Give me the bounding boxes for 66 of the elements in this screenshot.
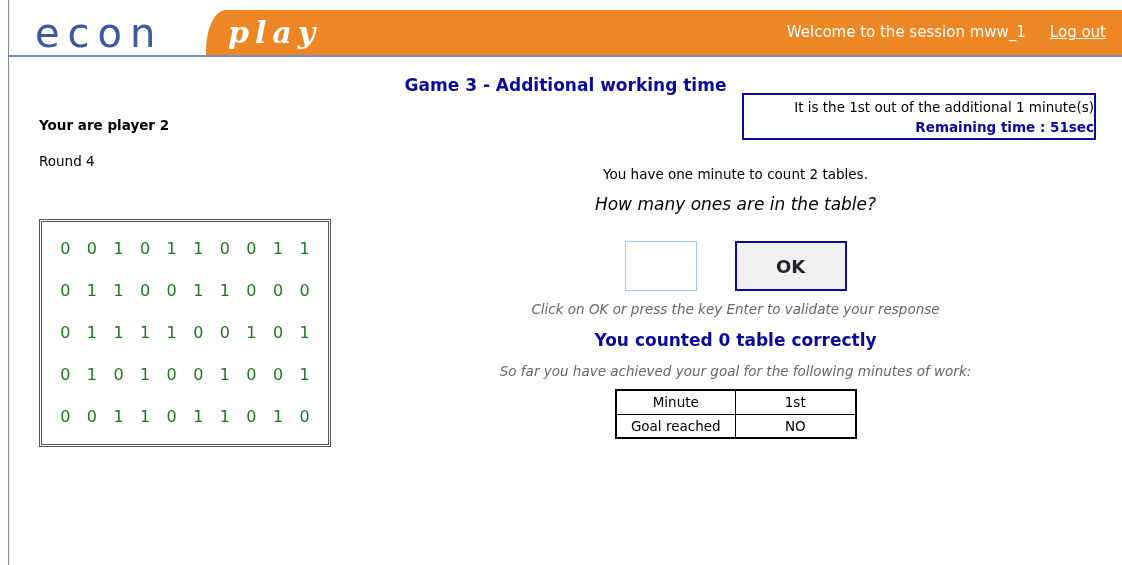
logo-text: play — [227, 14, 322, 52]
grid-digit: 1 — [245, 322, 258, 344]
grid-digit: 0 — [192, 364, 205, 386]
grid-digit: 1 — [298, 364, 311, 386]
grid-digit: 0 — [192, 322, 205, 344]
page-title: Game 3 - Additional working time — [404, 75, 727, 95]
grid-digit: 1 — [139, 322, 152, 344]
grid-digit: 1 — [165, 322, 178, 344]
grid-digit: 1 — [85, 322, 98, 344]
grid-digit: 0 — [59, 406, 72, 428]
ok-button[interactable]: OK — [734, 241, 847, 292]
grid-digit: 0 — [85, 238, 98, 260]
grid-digit: 0 — [298, 280, 311, 302]
grid-digit: 1 — [85, 280, 98, 302]
result-text: You counted 0 table correctly — [594, 328, 877, 352]
grid-digit: 1 — [112, 238, 125, 260]
grid-digit: 1 — [112, 322, 125, 344]
grid-digit: 0 — [139, 280, 152, 302]
logo-text: econ — [34, 10, 165, 55]
grid-digit: 0 — [59, 364, 72, 386]
grid-digit: 1 — [218, 406, 231, 428]
grid-digit: 0 — [245, 364, 258, 386]
grid-digit: 1 — [139, 364, 152, 386]
grid-digit: 0 — [112, 364, 125, 386]
grid-digit: 1 — [271, 406, 285, 428]
grid-digit: 1 — [192, 406, 205, 428]
grid-digit: 0 — [218, 238, 231, 260]
answer-field[interactable] — [624, 241, 697, 292]
grid-digit: 0 — [245, 238, 258, 260]
grid-digit: 0 — [245, 406, 258, 428]
grid-digit: 1 — [112, 406, 125, 428]
grid-digit: 1 — [165, 238, 178, 260]
grid-digit: 0 — [245, 280, 258, 302]
grid-digit: 0 — [271, 280, 285, 302]
player-label: Your are player 2 — [39, 115, 171, 135]
grid-digit: 1 — [218, 280, 231, 302]
grid-digit: 1 — [112, 280, 125, 302]
grid-digit: 0 — [271, 364, 285, 386]
grid-digit: 0 — [59, 238, 72, 260]
grid-digit: 1 — [192, 280, 205, 302]
grid-digit: 0 — [165, 364, 178, 386]
instruction-text: You have one minute to count 2 tables. — [603, 164, 868, 184]
grid-digit: 1 — [85, 364, 98, 386]
table-cell: Minute — [615, 390, 736, 414]
grid-digit: 0 — [139, 238, 152, 260]
grid-digit: 0 — [218, 322, 231, 344]
grid-digit: 0 — [298, 406, 311, 428]
question-text: How many ones are in the table? — [594, 192, 877, 216]
grid-digit: 0 — [59, 280, 72, 302]
grid-digit: 0 — [165, 280, 178, 302]
round-label: Round 4 — [39, 151, 96, 171]
welcome-text: Welcome to the session mww_1 — [786, 22, 1026, 44]
grid-digit: 1 — [271, 238, 285, 260]
hint-text: Click on OK or press the key Enter to validate your response — [531, 300, 940, 320]
grid-digit: 0 — [271, 322, 285, 344]
grid-digit: 0 — [165, 406, 178, 428]
grid-digit: 1 — [139, 406, 152, 428]
grid-digit: 1 — [298, 238, 311, 260]
remaining-time: Remaining time : 51sec — [914, 117, 1094, 137]
goal-text: So far you have achieved your goal for the following minutes of work: — [499, 362, 972, 381]
grid-digit: 0 — [59, 322, 72, 344]
grid-digit: 0 — [85, 406, 98, 428]
grid-digit: 1 — [218, 364, 231, 386]
grid-digit: 1 — [298, 322, 311, 344]
grid-digit: 1 — [192, 238, 205, 260]
minute-info: It is the 1st out of the additional 1 minute(s) — [793, 97, 1094, 117]
